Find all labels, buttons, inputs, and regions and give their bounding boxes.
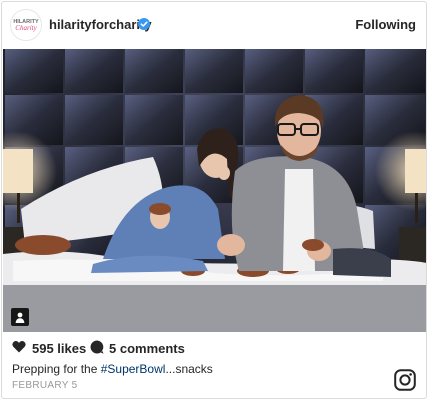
instagram-logo-icon[interactable] [394, 369, 416, 391]
comments-count[interactable]: 5 comments [109, 341, 185, 356]
tagged-users-button[interactable] [11, 308, 29, 326]
hashtag-link[interactable]: #SuperBowl [101, 362, 166, 376]
verified-badge-icon [138, 18, 150, 30]
caption-text: Prepping for the [12, 362, 101, 376]
username[interactable]: hilarityforcharity [49, 17, 152, 32]
hilarity-logo-icon: HILARITY Charity [11, 10, 41, 40]
comment-bubble-icon[interactable] [90, 340, 104, 354]
following-button[interactable]: Following [355, 17, 416, 32]
heart-icon[interactable] [12, 340, 26, 353]
photo-image [3, 49, 426, 332]
caption-text-end: ...snacks [165, 362, 213, 376]
post-header: HILARITY Charity hilarityforcharity Foll… [2, 2, 426, 48]
svg-text:Charity: Charity [15, 24, 37, 32]
post-actions: 595 likes 5 comments [2, 337, 426, 359]
post-photo[interactable] [3, 49, 426, 332]
likes-count[interactable]: 595 likes [32, 341, 86, 356]
post-caption: Prepping for the #SuperBowl...snacks [12, 362, 213, 376]
avatar[interactable]: HILARITY Charity [10, 9, 42, 41]
user-tag-icon [15, 312, 25, 323]
post-date: FEBRUARY 5 [12, 380, 78, 391]
instagram-embed-card: HILARITY Charity hilarityforcharity Foll… [1, 1, 427, 399]
